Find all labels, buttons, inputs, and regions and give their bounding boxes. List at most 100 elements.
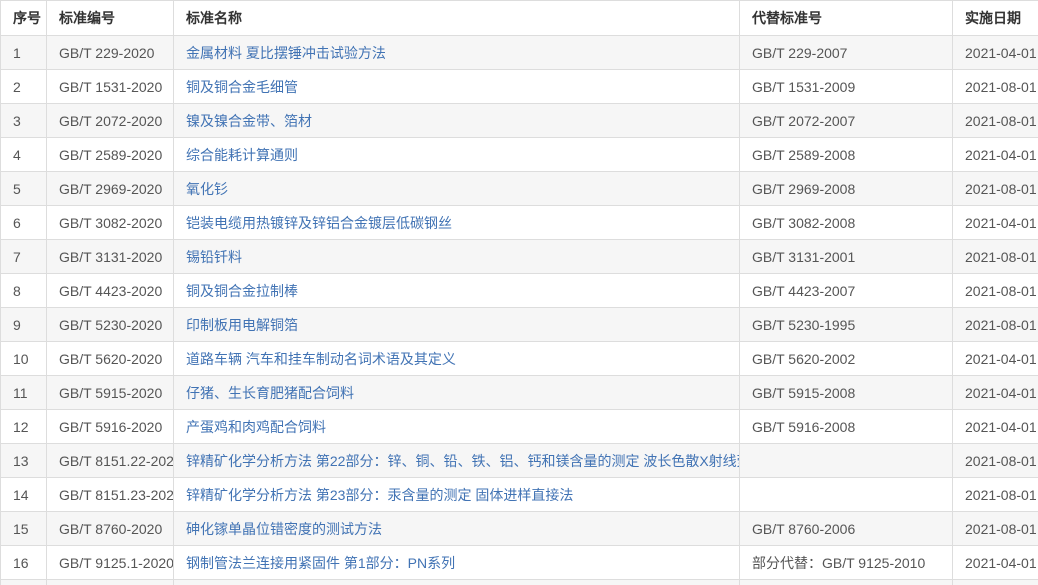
cell-implementation-date: 2021-04-01 <box>953 376 1038 410</box>
standard-name-link[interactable]: 仔猪、生长育肥猪配合饲料 <box>186 385 354 401</box>
cell-standard-code: GB/T 5915-2020 <box>47 376 174 410</box>
cell-index: 8 <box>1 274 47 308</box>
standard-name-link[interactable]: 锌精矿化学分析方法 第23部分：汞含量的测定 固体进样直接法 <box>186 487 573 503</box>
cell-index: 15 <box>1 512 47 546</box>
cell-standard-code: GB/T 229-2020 <box>47 36 174 70</box>
table-row: 11 GB/T 5915-2020 仔猪、生长育肥猪配合饲料 GB/T 5915… <box>1 376 1038 410</box>
cell-standard-code: GB/T 8760-2020 <box>47 512 174 546</box>
table-row-partial <box>1 580 1038 585</box>
cell-replaced-code: GB/T 1531-2009 <box>740 70 953 104</box>
cell-standard-name: 氧化钐 <box>174 172 740 206</box>
cell-standard-name: 综合能耗计算通则 <box>174 138 740 172</box>
cell-index: 7 <box>1 240 47 274</box>
cell-standard-code: GB/T 5916-2020 <box>47 410 174 444</box>
cell-standard-name <box>174 580 740 585</box>
cell-index: 13 <box>1 444 47 478</box>
table-row: 6 GB/T 3082-2020 铠装电缆用热镀锌及锌铝合金镀层低碳钢丝 GB/… <box>1 206 1038 240</box>
standard-name-link[interactable]: 铠装电缆用热镀锌及锌铝合金镀层低碳钢丝 <box>186 215 452 231</box>
cell-implementation-date: 2021-08-01 <box>953 240 1038 274</box>
cell-replaced-code: GB/T 5916-2008 <box>740 410 953 444</box>
cell-replaced-code: GB/T 3131-2001 <box>740 240 953 274</box>
standard-name-link[interactable]: 道路车辆 汽车和挂车制动名词术语及其定义 <box>186 351 456 367</box>
cell-standard-code: GB/T 2589-2020 <box>47 138 174 172</box>
cell-index: 9 <box>1 308 47 342</box>
cell-standard-name: 道路车辆 汽车和挂车制动名词术语及其定义 <box>174 342 740 376</box>
cell-standard-code: GB/T 5230-2020 <box>47 308 174 342</box>
cell-implementation-date: 2021-08-01 <box>953 172 1038 206</box>
cell-index: 16 <box>1 546 47 580</box>
cell-implementation-date: 2021-08-01 <box>953 512 1038 546</box>
standard-name-link[interactable]: 铜及铜合金拉制棒 <box>186 283 298 299</box>
cell-standard-name: 铜及铜合金拉制棒 <box>174 274 740 308</box>
standard-name-link[interactable]: 钢制管法兰连接用紧固件 第1部分：PN系列 <box>186 555 455 571</box>
standard-name-link[interactable]: 产蛋鸡和肉鸡配合饲料 <box>186 419 326 435</box>
cell-standard-code: GB/T 3082-2020 <box>47 206 174 240</box>
table-body: 1 GB/T 229-2020 金属材料 夏比摆锤冲击试验方法 GB/T 229… <box>1 36 1038 585</box>
cell-standard-name: 砷化镓单晶位错密度的测试方法 <box>174 512 740 546</box>
standard-name-link[interactable]: 印制板用电解铜箔 <box>186 317 298 333</box>
cell-implementation-date: 2021-04-01 <box>953 410 1038 444</box>
standards-table: 序号 标准编号 标准名称 代替标准号 实施日期 1 GB/T 229-2020 … <box>0 0 1038 585</box>
cell-standard-code <box>47 580 174 585</box>
header-row: 序号 标准编号 标准名称 代替标准号 实施日期 <box>1 1 1038 36</box>
standard-name-link[interactable]: 锌精矿化学分析方法 第22部分：锌、铜、铅、铁、铝、钙和镁含量的测定 波长色散X… <box>186 453 740 469</box>
cell-implementation-date: 2021-04-01 <box>953 546 1038 580</box>
cell-replaced-code: GB/T 5915-2008 <box>740 376 953 410</box>
table-row: 8 GB/T 4423-2020 铜及铜合金拉制棒 GB/T 4423-2007… <box>1 274 1038 308</box>
cell-index: 6 <box>1 206 47 240</box>
cell-index: 12 <box>1 410 47 444</box>
cell-implementation-date: 2021-04-01 <box>953 138 1038 172</box>
cell-implementation-date: 2021-08-01 <box>953 104 1038 138</box>
standard-name-link[interactable]: 砷化镓单晶位错密度的测试方法 <box>186 521 382 537</box>
cell-standard-code: GB/T 9125.1-2020 <box>47 546 174 580</box>
table-row: 13 GB/T 8151.22-2020 锌精矿化学分析方法 第22部分：锌、铜… <box>1 444 1038 478</box>
cell-implementation-date: 2021-08-01 <box>953 444 1038 478</box>
col-header-index: 序号 <box>1 1 47 36</box>
cell-standard-name: 锌精矿化学分析方法 第22部分：锌、铜、铅、铁、铝、钙和镁含量的测定 波长色散X… <box>174 444 740 478</box>
cell-standard-name: 锌精矿化学分析方法 第23部分：汞含量的测定 固体进样直接法 <box>174 478 740 512</box>
cell-index: 5 <box>1 172 47 206</box>
cell-implementation-date <box>953 580 1038 585</box>
cell-index <box>1 580 47 585</box>
cell-standard-name: 锡铅钎料 <box>174 240 740 274</box>
cell-standard-name: 金属材料 夏比摆锤冲击试验方法 <box>174 36 740 70</box>
cell-index: 10 <box>1 342 47 376</box>
standard-name-link[interactable]: 氧化钐 <box>186 181 228 197</box>
cell-standard-code: GB/T 2969-2020 <box>47 172 174 206</box>
cell-index: 2 <box>1 70 47 104</box>
standard-name-link[interactable]: 锡铅钎料 <box>186 249 242 265</box>
cell-replaced-code: GB/T 8760-2006 <box>740 512 953 546</box>
table-row: 5 GB/T 2969-2020 氧化钐 GB/T 2969-2008 2021… <box>1 172 1038 206</box>
cell-implementation-date: 2021-08-01 <box>953 274 1038 308</box>
cell-standard-code: GB/T 1531-2020 <box>47 70 174 104</box>
col-header-name: 标准名称 <box>174 1 740 36</box>
col-header-replaced: 代替标准号 <box>740 1 953 36</box>
cell-standard-name: 印制板用电解铜箔 <box>174 308 740 342</box>
col-header-date: 实施日期 <box>953 1 1038 36</box>
cell-standard-code: GB/T 3131-2020 <box>47 240 174 274</box>
col-header-code: 标准编号 <box>47 1 174 36</box>
cell-replaced-code: 部分代替：GB/T 9125-2010 <box>740 546 953 580</box>
standard-name-link[interactable]: 镍及镍合金带、箔材 <box>186 113 312 129</box>
table-row: 14 GB/T 8151.23-2020 锌精矿化学分析方法 第23部分：汞含量… <box>1 478 1038 512</box>
table-row: 10 GB/T 5620-2020 道路车辆 汽车和挂车制动名词术语及其定义 G… <box>1 342 1038 376</box>
cell-implementation-date: 2021-04-01 <box>953 36 1038 70</box>
cell-standard-code: GB/T 4423-2020 <box>47 274 174 308</box>
cell-replaced-code: GB/T 229-2007 <box>740 36 953 70</box>
cell-replaced-code <box>740 444 953 478</box>
standard-name-link[interactable]: 金属材料 夏比摆锤冲击试验方法 <box>186 45 386 61</box>
cell-standard-code: GB/T 5620-2020 <box>47 342 174 376</box>
cell-standard-name: 仔猪、生长育肥猪配合饲料 <box>174 376 740 410</box>
cell-replaced-code: GB/T 4423-2007 <box>740 274 953 308</box>
cell-implementation-date: 2021-08-01 <box>953 70 1038 104</box>
standard-name-link[interactable]: 综合能耗计算通则 <box>186 147 298 163</box>
cell-index: 14 <box>1 478 47 512</box>
cell-replaced-code: GB/T 2072-2007 <box>740 104 953 138</box>
cell-replaced-code: GB/T 2969-2008 <box>740 172 953 206</box>
cell-index: 3 <box>1 104 47 138</box>
table-row: 15 GB/T 8760-2020 砷化镓单晶位错密度的测试方法 GB/T 87… <box>1 512 1038 546</box>
table-row: 9 GB/T 5230-2020 印制板用电解铜箔 GB/T 5230-1995… <box>1 308 1038 342</box>
standard-name-link[interactable]: 铜及铜合金毛细管 <box>186 79 298 95</box>
cell-standard-name: 铜及铜合金毛细管 <box>174 70 740 104</box>
cell-index: 1 <box>1 36 47 70</box>
